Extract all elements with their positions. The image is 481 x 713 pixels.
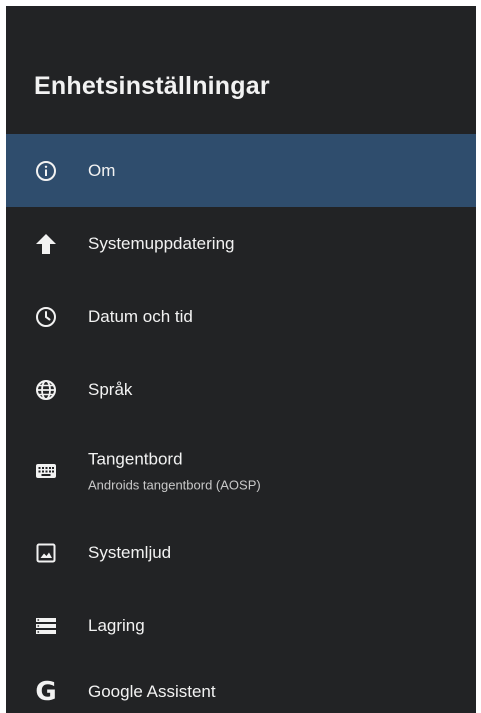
menu-item-lagring[interactable]: Lagring <box>6 589 476 662</box>
arrow-up-icon <box>34 232 58 256</box>
storage-icon <box>34 614 58 638</box>
info-icon <box>34 159 58 183</box>
page-title: Enhetsinställningar <box>34 72 270 100</box>
menu-item-sprak[interactable]: Språk <box>6 353 476 426</box>
header: Enhetsinställningar <box>6 6 476 134</box>
menu-item-google-assistent[interactable]: G Google Assistent <box>6 662 476 710</box>
menu-item-label: Tangentbord <box>88 449 183 469</box>
menu-item-label: Systemuppdatering <box>88 233 235 253</box>
menu-item-om[interactable]: Om <box>6 134 476 207</box>
menu-item-label: Lagring <box>88 615 145 635</box>
google-icon: G <box>35 677 57 707</box>
menu-item-label: Datum och tid <box>88 306 193 326</box>
menu-item-label: Om <box>88 160 116 180</box>
menu-item-systemljud[interactable]: Systemljud <box>6 516 476 589</box>
menu-item-label: Systemljud <box>88 542 172 562</box>
menu-item-systemuppdatering[interactable]: Systemuppdatering <box>6 207 476 280</box>
keyboard-icon <box>34 459 58 483</box>
menu-item-datum-och-tid[interactable]: Datum och tid <box>6 280 476 353</box>
settings-panel: Enhetsinställningar Om Systemuppdatering… <box>6 6 476 713</box>
clock-icon <box>34 305 58 329</box>
image-icon <box>34 541 58 565</box>
menu-item-label: Google Assistent <box>88 682 216 701</box>
menu-item-tangentbord[interactable]: Tangentbord Androids tangentbord (AOSP) <box>6 426 476 516</box>
menu-item-label: Språk <box>88 379 133 399</box>
menu-item-sublabel: Androids tangentbord (AOSP) <box>88 477 261 493</box>
globe-icon <box>34 378 58 402</box>
settings-list: Om Systemuppdatering Datum och tid Språk… <box>6 134 476 710</box>
